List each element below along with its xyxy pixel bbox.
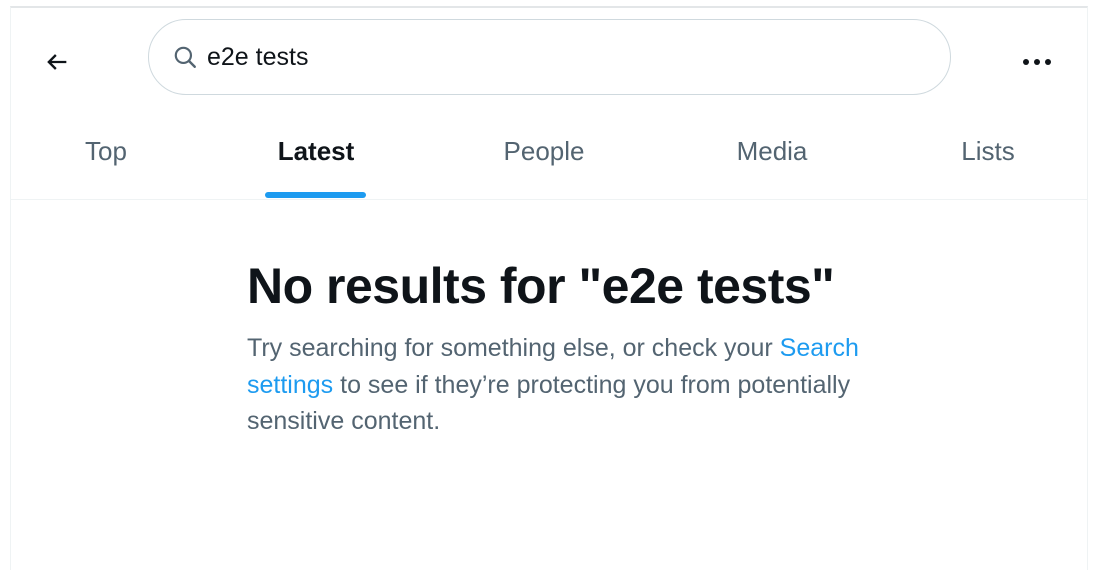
search-tabs: Top Latest People Media Lists [11, 114, 1087, 200]
more-button[interactable] [1011, 36, 1063, 88]
back-button[interactable] [31, 36, 83, 88]
tab-people[interactable]: People [444, 114, 644, 200]
tab-label: Latest [277, 136, 355, 166]
search-input[interactable] [207, 42, 907, 72]
search-icon [171, 43, 199, 71]
empty-state-text: Try searching for something else, or che… [247, 334, 780, 362]
empty-state-title: No results for "e2e tests" [247, 258, 835, 314]
search-box[interactable] [148, 19, 951, 95]
empty-state-message: Try searching for something else, or che… [247, 330, 867, 440]
tab-lists[interactable]: Lists [889, 114, 1087, 200]
empty-state-text: to see if they’re protecting you from po… [247, 370, 851, 436]
tab-media[interactable]: Media [672, 114, 872, 200]
search-page: Top Latest People Media Lists No results… [10, 6, 1088, 570]
tab-label: People [503, 136, 585, 166]
tab-label: Lists [961, 136, 1015, 166]
tab-label: Top [85, 136, 127, 166]
more-horizontal-icon [1023, 59, 1051, 65]
tab-top[interactable]: Top [11, 114, 201, 200]
tab-latest[interactable]: Latest [216, 114, 416, 200]
active-tab-indicator [265, 192, 366, 198]
tab-label: Media [736, 136, 808, 166]
arrow-left-icon [47, 54, 67, 70]
empty-state: No results for "e2e tests" Try searching… [247, 258, 867, 440]
